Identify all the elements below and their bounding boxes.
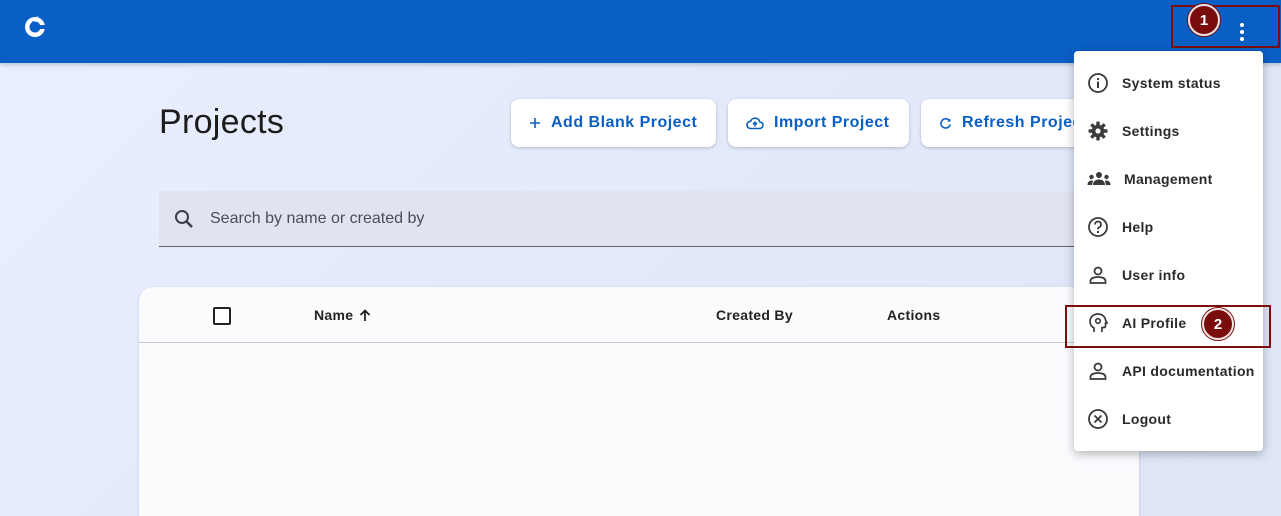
menu-item-management[interactable]: Management — [1074, 155, 1263, 203]
overflow-menu: System status Settings Management Help U… — [1074, 51, 1263, 451]
group-icon — [1087, 172, 1111, 185]
column-header-name[interactable]: Name — [314, 307, 371, 323]
menu-item-label: Help — [1122, 219, 1154, 235]
arrow-up-icon — [360, 308, 371, 321]
annotation-badge-1: 1 — [1188, 4, 1220, 36]
menu-item-label: AI Profile — [1122, 315, 1187, 331]
cloud-upload-icon — [746, 117, 764, 130]
menu-item-settings[interactable]: Settings — [1074, 107, 1263, 155]
info-icon — [1088, 73, 1108, 93]
column-name-label: Name — [314, 307, 354, 323]
menu-item-ai-profile[interactable]: AI Profile — [1074, 299, 1263, 347]
refresh-projects-label: Refresh Projects — [962, 114, 1081, 131]
gear-icon — [1088, 121, 1108, 141]
add-blank-project-button[interactable]: Add Blank Project — [511, 99, 716, 147]
person-icon — [1089, 266, 1107, 284]
app-logo-icon[interactable] — [22, 13, 48, 39]
menu-item-label: Settings — [1122, 123, 1180, 139]
annotation-badge-2: 2 — [1202, 308, 1234, 340]
column-header-actions: Actions — [887, 307, 941, 323]
more-vert-icon[interactable] — [1230, 20, 1254, 44]
select-all-checkbox[interactable] — [213, 307, 231, 325]
menu-item-label: API documentation — [1122, 363, 1255, 379]
menu-item-user-info[interactable]: User info — [1074, 251, 1263, 299]
page-title: Projects — [159, 103, 285, 141]
search-icon — [175, 209, 193, 228]
menu-item-logout[interactable]: Logout — [1074, 395, 1263, 443]
menu-item-label: Management — [1124, 171, 1213, 187]
menu-item-api-documentation[interactable]: API documentation — [1074, 347, 1263, 395]
menu-item-label: User info — [1122, 267, 1186, 283]
table-header: Name Created By Actions — [139, 287, 1139, 343]
search-field[interactable] — [159, 191, 1119, 247]
help-icon — [1088, 217, 1108, 237]
import-project-label: Import Project — [774, 114, 890, 131]
menu-item-label: System status — [1122, 75, 1221, 91]
search-input[interactable] — [210, 209, 1010, 228]
person-icon — [1089, 362, 1107, 380]
column-header-created-by[interactable]: Created By — [716, 307, 793, 323]
plus-icon — [530, 118, 540, 128]
menu-item-system-status[interactable]: System status — [1074, 59, 1263, 107]
projects-table: Name Created By Actions — [139, 287, 1139, 516]
menu-item-help[interactable]: Help — [1074, 203, 1263, 251]
add-blank-project-label: Add Blank Project — [551, 114, 698, 131]
import-project-button[interactable]: Import Project — [728, 99, 909, 147]
refresh-projects-button[interactable]: Refresh Projects — [921, 99, 1081, 147]
ai-head-icon — [1089, 313, 1109, 332]
close-circle-icon — [1088, 409, 1108, 429]
refresh-icon — [940, 117, 951, 129]
menu-item-label: Logout — [1122, 411, 1172, 427]
